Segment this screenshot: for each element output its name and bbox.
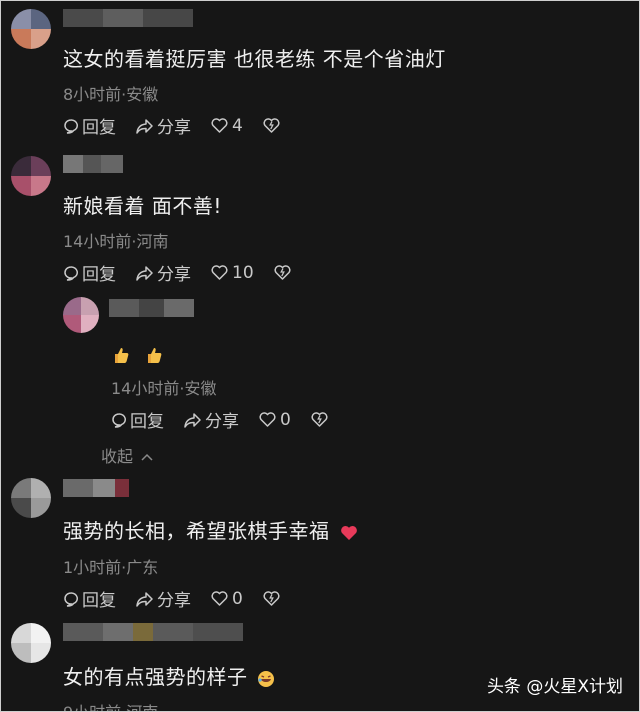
comment-text: 新娘看着 面不善! (63, 194, 222, 218)
reply-label: 回复 (82, 118, 116, 138)
reply-label: 回复 (82, 265, 116, 285)
comment-feed: 这女的看着挺厉害 也很老练 不是个省油灯 8小时前·安徽 回复 分享 4 新娘看… (0, 0, 640, 712)
reply-button[interactable]: 回复 (63, 260, 116, 285)
like-button[interactable]: 4 (211, 116, 243, 136)
dislike-button[interactable] (311, 412, 328, 427)
dislike-button[interactable] (263, 118, 280, 133)
like-icon (211, 118, 228, 133)
username-blurred[interactable] (63, 623, 243, 641)
share-label: 分享 (205, 412, 239, 432)
avatar[interactable] (11, 156, 51, 196)
like-count: 4 (232, 115, 243, 136)
reply-label: 回复 (82, 591, 116, 611)
comment-text: 强势的长相，希望张棋手幸福 (63, 515, 358, 544)
share-icon (136, 591, 153, 607)
like-icon (259, 412, 276, 427)
username-blurred[interactable] (63, 479, 129, 497)
thumbs-up-emoji (147, 347, 162, 363)
collapse-label: 收起 (101, 447, 134, 466)
dislike-button[interactable] (274, 265, 291, 280)
share-button[interactable]: 分享 (184, 407, 239, 432)
like-button[interactable]: 0 (211, 589, 243, 609)
dislike-icon (311, 412, 328, 427)
comment-meta: 8小时前·安徽 (63, 85, 159, 104)
comment-meta: 1小时前·广东 (63, 558, 159, 577)
username-blurred[interactable] (63, 9, 193, 27)
comment-text-content: 女的有点强势的样子 (63, 665, 248, 689)
chevron-up-icon (141, 453, 153, 461)
like-button[interactable]: 10 (211, 263, 254, 283)
reply-button[interactable]: 回复 (63, 113, 116, 138)
dislike-icon (274, 265, 291, 280)
avatar[interactable] (63, 297, 99, 333)
comment-actions: 回复 分享 4 (63, 113, 280, 138)
like-icon (211, 591, 228, 606)
share-icon (184, 412, 201, 428)
reply-icon (64, 591, 79, 607)
avatar[interactable] (11, 9, 51, 49)
comment-meta: 9小时前·河南 (63, 699, 158, 711)
reply-icon (64, 118, 79, 134)
laughing-emoji (258, 670, 275, 687)
share-label: 分享 (157, 591, 191, 611)
username-blurred[interactable] (109, 299, 194, 317)
comment-text: 这女的看着挺厉害 也很老练 不是个省油灯 (63, 47, 446, 71)
share-icon (136, 118, 153, 134)
thumbs-up-emoji (115, 347, 129, 363)
reply-button[interactable]: 回复 (111, 407, 164, 432)
like-count: 10 (232, 262, 254, 283)
dislike-icon (263, 591, 280, 606)
comment-text (111, 341, 164, 365)
share-label: 分享 (157, 265, 191, 285)
avatar[interactable] (11, 623, 51, 663)
like-count: 0 (280, 409, 291, 430)
comment-actions: 回复 分享 0 (111, 407, 328, 432)
reply-icon (112, 412, 127, 428)
share-label: 分享 (157, 118, 191, 138)
like-button[interactable]: 0 (259, 410, 291, 430)
watermark: 头条 @火星X计划 (486, 677, 623, 697)
share-button[interactable]: 分享 (136, 113, 191, 138)
share-icon (136, 265, 153, 281)
comment-meta: 14小时前·安徽 (111, 379, 217, 398)
comment-text-content: 强势的长相，希望张棋手幸福 (63, 519, 330, 543)
share-button[interactable]: 分享 (136, 586, 191, 611)
collapse-replies-button[interactable]: 收起 (101, 443, 154, 467)
reply-button[interactable]: 回复 (63, 586, 116, 611)
like-count: 0 (232, 588, 243, 609)
dislike-icon (263, 118, 280, 133)
like-icon (211, 265, 228, 280)
comment-actions: 回复 分享 0 (63, 586, 280, 611)
heart-emoji (341, 525, 358, 540)
reply-label: 回复 (130, 412, 164, 432)
comment-text: 女的有点强势的样子 (63, 661, 275, 690)
comment-actions: 回复 分享 10 (63, 260, 291, 285)
comment-meta: 14小时前·河南 (63, 232, 169, 251)
dislike-button[interactable] (263, 591, 280, 606)
share-button[interactable]: 分享 (136, 260, 191, 285)
reply-icon (64, 265, 79, 281)
avatar[interactable] (11, 478, 51, 518)
username-blurred[interactable] (63, 155, 123, 173)
